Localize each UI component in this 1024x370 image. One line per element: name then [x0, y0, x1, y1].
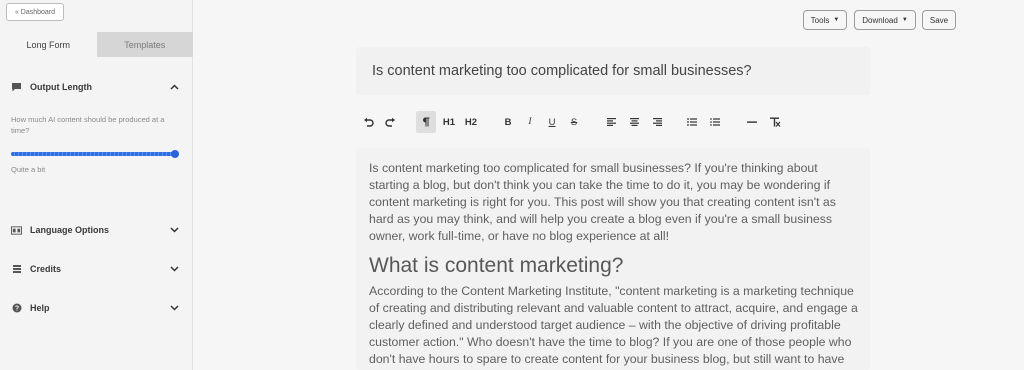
redo-icon[interactable] [383, 111, 397, 133]
download-label: Download [862, 15, 898, 25]
output-length-slider[interactable] [11, 150, 179, 158]
sidebar: « Dashboard Long Form Templates Output L… [0, 0, 193, 370]
document-body-editor[interactable]: Is content marketing too complicated for… [356, 148, 870, 370]
help-circle-icon: ? [11, 303, 22, 314]
chevron-down-icon [170, 303, 179, 313]
strikethrough-button[interactable]: S [568, 111, 580, 133]
undo-icon[interactable] [361, 111, 375, 133]
formatting-toolbar: H1 H2 B I U S [356, 110, 870, 134]
bold-button[interactable]: B [502, 111, 514, 133]
section-heading: What is content marketing? [369, 254, 624, 277]
chevron-down-icon [170, 264, 179, 274]
clear-format-icon[interactable] [768, 111, 782, 133]
tools-label: Tools [810, 15, 830, 25]
dashboard-button[interactable]: « Dashboard [6, 3, 64, 21]
body-paragraph: Is content marketing too complicated for… [369, 161, 836, 243]
output-length-question: How much AI content should be produced a… [11, 115, 165, 135]
sidebar-tabs: Long Form Templates [0, 32, 193, 57]
app-window: « Dashboard Long Form Templates Output L… [0, 0, 1024, 370]
underline-button[interactable]: U [546, 111, 558, 133]
chat-bubble-icon [11, 82, 22, 93]
credits-label: Credits [30, 264, 62, 274]
horizontal-rule-icon[interactable] [746, 111, 758, 133]
numbered-list-icon[interactable] [709, 111, 721, 133]
help-header[interactable]: ? Help [11, 301, 179, 315]
heading2-button[interactable]: H2 [463, 111, 479, 133]
italic-button[interactable]: I [524, 111, 536, 133]
language-options-header[interactable]: Language Options [11, 223, 179, 237]
align-left-icon[interactable] [605, 111, 617, 133]
stack-icon [11, 264, 22, 275]
heading1-button[interactable]: H1 [441, 111, 457, 133]
tab-templates[interactable]: Templates [96, 32, 193, 57]
download-dropdown-button[interactable]: Download ▼ [854, 10, 916, 30]
save-button[interactable]: Save [922, 10, 956, 30]
align-center-icon[interactable] [628, 111, 640, 133]
tab-long-form[interactable]: Long Form [0, 32, 97, 57]
slider-track [11, 152, 175, 156]
svg-text:?: ? [14, 306, 18, 313]
help-label: Help [30, 303, 50, 313]
body-paragraph: According to the Content Marketing Insti… [369, 284, 858, 366]
tools-dropdown-button[interactable]: Tools ▼ [803, 10, 847, 30]
paragraph-icon[interactable] [416, 111, 436, 133]
output-length-title: Output Length [30, 82, 92, 92]
output-length-header[interactable]: Output Length [11, 80, 179, 94]
align-right-icon[interactable] [651, 111, 663, 133]
document-title-input[interactable]: Is content marketing too complicated for… [356, 47, 870, 95]
language-options-label: Language Options [30, 225, 110, 235]
chevron-up-icon [170, 82, 179, 92]
slider-thumb[interactable] [171, 150, 179, 158]
translate-icon [11, 225, 22, 236]
caret-down-icon: ▼ [901, 17, 908, 23]
caret-down-icon: ▼ [833, 17, 840, 23]
chevron-down-icon [170, 225, 179, 235]
bullet-list-icon[interactable] [686, 111, 698, 133]
credits-header[interactable]: Credits [11, 262, 179, 276]
slider-value-label: Quite a bit [11, 165, 46, 174]
